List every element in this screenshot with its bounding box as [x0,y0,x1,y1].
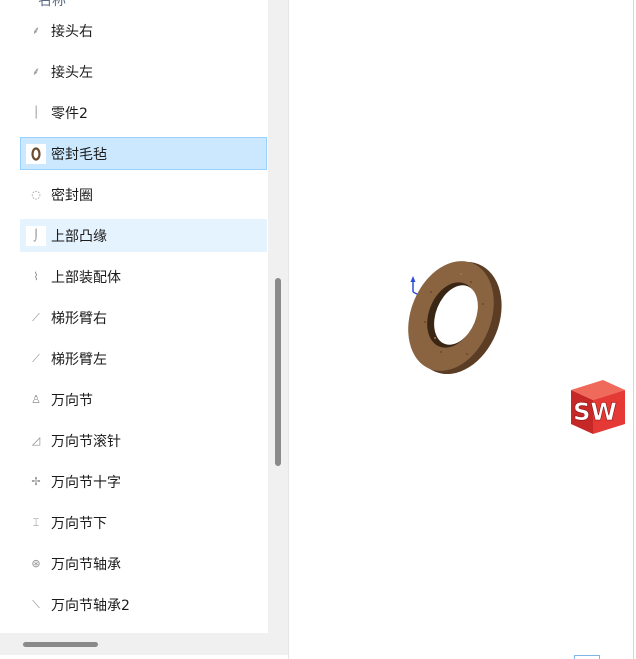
list-item[interactable]: ◌ 密封圈 [20,178,267,211]
file-name: 零件2 [51,105,88,122]
file-name: 万向节十字 [51,474,121,491]
solidworks-logo-icon: SW [571,380,625,434]
horizontal-scrollbar-thumb[interactable] [23,642,98,647]
vertical-scrollbar-thumb[interactable] [275,278,281,466]
list-item[interactable]: ✢ 万向节十字 [20,465,267,498]
file-name: 密封圈 [51,187,93,204]
list-item[interactable]: ⟍ 万向节轴承2 [20,588,267,621]
part-thumbnail-icon: ⸙ [31,24,41,37]
scrollbar-corner [268,633,288,655]
file-name: 万向节 [51,392,93,409]
file-name: 密封毛毡 [51,146,107,163]
file-list: ⸙ 接头右 ⸙ 接头左 │ 零件2 密封毛毡 ◌ 密封圈 ⌡ 上部凸缘 ⌇ 上部… [20,14,267,629]
file-list-panel: 名称 ⸙ 接头右 ⸙ 接头左 │ 零件2 密封毛毡 ◌ 密封圈 ⌡ 上部凸缘 ⌇… [0,0,288,659]
part-thumbnail-icon: ◿ [31,434,41,447]
list-item-hover[interactable]: ⌡ 上部凸缘 [20,219,267,252]
preview-border [633,0,634,659]
part-thumbnail-icon: ⟋ [32,351,40,365]
part-thumbnail-icon: ⌶ [32,515,40,529]
list-item[interactable]: ⌇ 上部装配体 [20,260,267,293]
status-indicator [574,655,600,659]
file-name: 接头左 [51,64,93,81]
file-name: 梯形臂右 [51,310,107,327]
file-name: 上部装配体 [51,269,121,286]
list-item[interactable]: │ 零件2 [20,96,267,129]
felt-seal-ring-3d-preview [408,261,502,375]
part-thumbnail-icon: │ [32,106,40,119]
list-item[interactable]: ◿ 万向节滚针 [20,424,267,457]
list-item[interactable]: ⸙ 接头左 [20,55,267,88]
list-item[interactable]: ⌶ 万向节下 [20,506,267,539]
part-thumbnail-icon: ♙ [31,393,41,406]
name-column-header[interactable]: 名称 [38,0,66,10]
file-name: 上部凸缘 [51,228,107,245]
logo-text: SW [573,398,617,426]
vertical-scrollbar[interactable] [268,0,288,633]
part-thumbnail-icon: ⟋ [32,310,40,324]
file-name: 万向节滚针 [51,433,121,450]
preview-pane: SW [288,0,636,659]
assembly-thumbnail-icon: ⌇ [33,270,39,283]
part-thumbnail-icon: ⸙ [31,65,41,78]
file-name: 万向节轴承 [51,556,121,573]
list-item[interactable]: ⟋ 梯形臂左 [20,342,267,375]
file-name: 万向节轴承2 [51,597,130,614]
horizontal-scrollbar[interactable] [0,633,268,655]
list-item[interactable]: ⊛ 万向节轴承 [20,547,267,580]
part-thumbnail-icon: ✢ [31,475,41,488]
part-thumbnail-icon [26,143,46,164]
part-thumbnail-icon: ◌ [31,188,41,201]
list-item[interactable]: ♙ 万向节 [20,383,267,416]
list-item[interactable]: ⸙ 接头右 [20,14,267,47]
list-item[interactable]: ⟋ 梯形臂右 [20,301,267,334]
list-item-selected[interactable]: 密封毛毡 [20,137,267,170]
file-name: 万向节下 [51,515,107,532]
file-name: 梯形臂左 [51,351,107,368]
part-thumbnail-icon: ⊛ [31,557,41,570]
part-thumbnail-icon: ⟍ [32,597,40,611]
part-thumbnail-icon: ⌡ [26,225,46,246]
file-name: 接头右 [51,23,93,40]
